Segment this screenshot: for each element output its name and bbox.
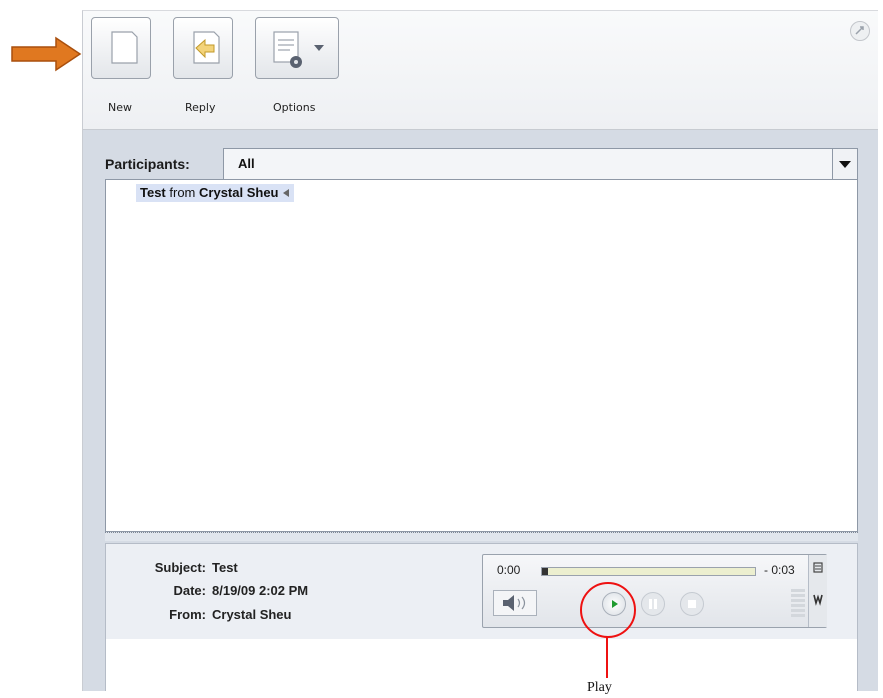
participants-label: Participants:	[105, 156, 190, 172]
pointer-arrow-icon	[11, 36, 82, 72]
reply-label: Reply	[185, 101, 216, 114]
date-label: Date:	[173, 583, 206, 598]
reply-button[interactable]	[173, 17, 233, 79]
speaker-icon	[503, 595, 526, 611]
subject-value: Test	[212, 560, 238, 575]
date-value: 8/19/09 2:02 PM	[212, 583, 309, 598]
options-button[interactable]	[255, 17, 339, 79]
participants-selected-value: All	[238, 156, 255, 171]
current-time: 0:00	[497, 563, 521, 577]
content-area: Participants: All Test from Crystal Sheu…	[83, 130, 878, 691]
toolbar: New Reply Options	[83, 11, 878, 130]
options-label: Options	[273, 101, 316, 114]
chevron-down-icon[interactable]	[832, 149, 857, 179]
stop-icon	[688, 600, 696, 608]
play-annotation-label: Play	[587, 680, 612, 695]
message-preview	[105, 639, 858, 691]
callout-line	[606, 636, 608, 678]
volume-button[interactable]	[493, 590, 537, 616]
from-label: From:	[169, 607, 206, 622]
pause-icon	[649, 599, 657, 609]
player-sidebar	[808, 555, 827, 627]
new-button[interactable]	[91, 17, 151, 79]
audio-player: 0:00 - 0:03	[482, 554, 827, 628]
options-icon	[273, 31, 324, 68]
subject-label: Subject:	[154, 560, 206, 575]
message-from-word: from	[169, 185, 196, 200]
message-sender: Crystal Sheu	[199, 185, 279, 200]
stop-button[interactable]	[680, 592, 704, 616]
message-details: Subject: Test Date: 8/19/09 2:02 PM From…	[105, 543, 858, 640]
messaging-window: New Reply Options Participants: All Test…	[82, 10, 878, 691]
pause-button[interactable]	[641, 592, 665, 616]
reply-icon	[193, 31, 220, 64]
menu-icon[interactable]	[809, 555, 827, 627]
pin-icon[interactable]	[850, 21, 870, 41]
audio-indicator-icon	[283, 189, 290, 197]
from-value: Crystal Sheu	[212, 607, 292, 622]
play-highlight-ring	[580, 582, 636, 638]
message-list: Test from Crystal Sheu	[105, 179, 858, 532]
progress-handle[interactable]	[542, 568, 548, 575]
pane-splitter[interactable]	[105, 532, 858, 541]
new-document-icon	[111, 31, 138, 64]
level-meter-icon	[791, 589, 805, 617]
message-subject: Test	[140, 185, 166, 200]
message-row[interactable]: Test from Crystal Sheu	[136, 184, 295, 202]
progress-track[interactable]	[541, 567, 756, 576]
new-label: New	[108, 101, 132, 114]
participants-dropdown[interactable]: All	[223, 148, 858, 180]
remaining-time: - 0:03	[764, 563, 795, 577]
